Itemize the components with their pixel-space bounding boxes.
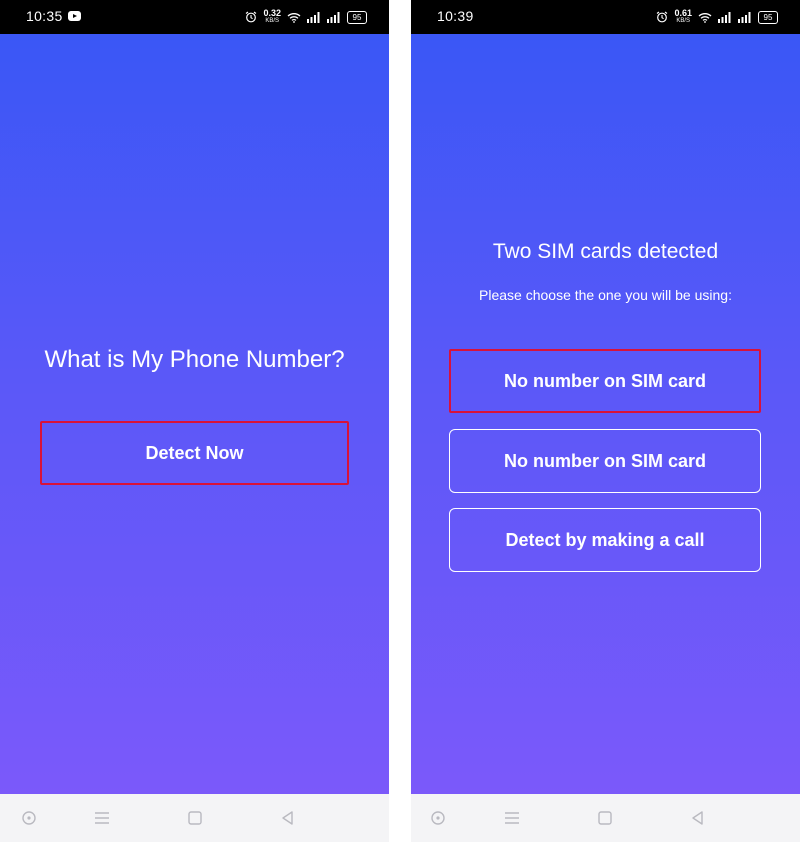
navigation-bar bbox=[0, 794, 389, 842]
battery-icon: 95 bbox=[758, 10, 778, 24]
signal-icon-2 bbox=[738, 11, 752, 23]
app-content: Two SIM cards detected Please choose the… bbox=[411, 34, 800, 794]
back-icon[interactable] bbox=[279, 809, 297, 827]
menu-icon[interactable] bbox=[93, 809, 111, 827]
app-content: What is My Phone Number? Detect Now bbox=[0, 34, 389, 794]
home-circle-icon[interactable] bbox=[429, 809, 447, 827]
youtube-icon bbox=[68, 11, 81, 21]
network-speed: 0.32 KB/S bbox=[263, 8, 281, 25]
signal-icon bbox=[307, 11, 321, 23]
navigation-bar bbox=[411, 794, 800, 842]
page-title: What is My Phone Number? bbox=[44, 346, 345, 373]
status-bar: 10:39 0.61 KB/S 95 bbox=[411, 0, 800, 34]
wifi-icon bbox=[287, 12, 301, 23]
battery-icon: 95 bbox=[347, 10, 367, 24]
status-time: 10:35 bbox=[26, 8, 63, 24]
alarm-icon bbox=[656, 11, 668, 23]
page-title: Two SIM cards detected bbox=[492, 240, 719, 263]
sim-option-2-button[interactable]: No number on SIM card bbox=[449, 429, 761, 493]
square-icon[interactable] bbox=[186, 809, 204, 827]
wifi-icon bbox=[698, 12, 712, 23]
phone-screen-left: 10:35 0.32 KB/S 95 What is My Phone Numb… bbox=[0, 0, 389, 842]
phone-screen-right: 10:39 0.61 KB/S 95 Two SIM cards detecte… bbox=[411, 0, 800, 842]
sim-option-1-button[interactable]: No number on SIM card bbox=[449, 349, 761, 413]
menu-icon[interactable] bbox=[503, 809, 521, 827]
signal-icon-2 bbox=[327, 11, 341, 23]
signal-icon bbox=[718, 11, 732, 23]
detect-by-call-button[interactable]: Detect by making a call bbox=[449, 508, 761, 572]
alarm-icon bbox=[245, 11, 257, 23]
status-time: 10:39 bbox=[437, 8, 474, 24]
square-icon[interactable] bbox=[596, 809, 614, 827]
detect-now-button[interactable]: Detect Now bbox=[40, 421, 349, 485]
home-circle-icon[interactable] bbox=[20, 809, 38, 827]
page-subtitle: Please choose the one you will be using: bbox=[479, 287, 732, 303]
status-bar: 10:35 0.32 KB/S 95 bbox=[0, 0, 389, 34]
network-speed: 0.61 KB/S bbox=[674, 8, 692, 25]
back-icon[interactable] bbox=[689, 809, 707, 827]
